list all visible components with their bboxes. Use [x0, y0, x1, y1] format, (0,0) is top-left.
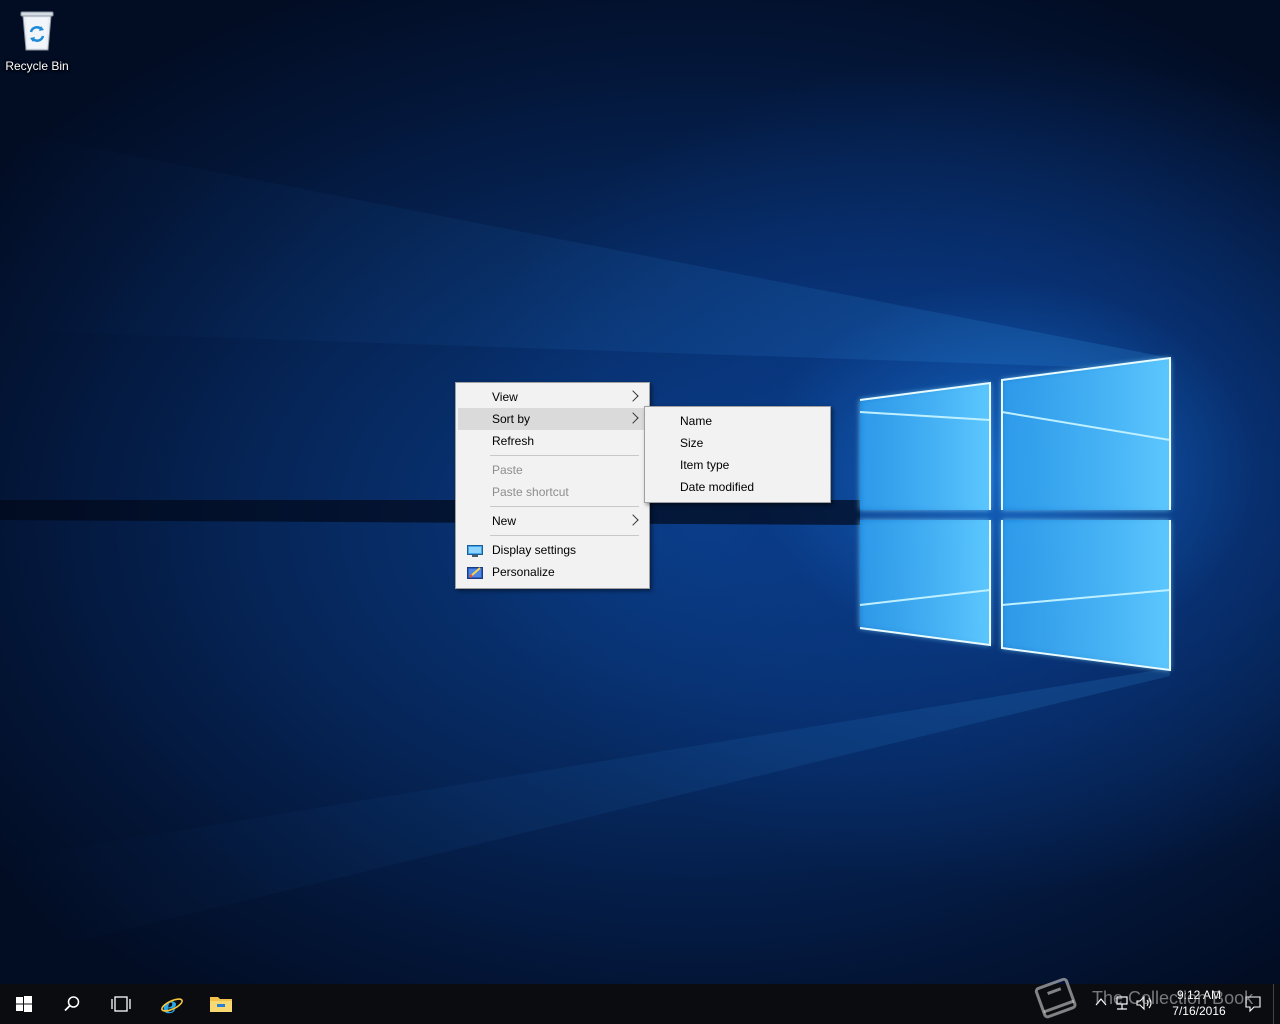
menu-item-label: Personalize — [492, 565, 555, 579]
menu-separator — [490, 535, 639, 536]
menu-item-label: Paste — [492, 463, 523, 477]
task-view-icon — [111, 996, 131, 1012]
personalize-icon — [467, 565, 483, 579]
menu-item-paste-shortcut[interactable]: Paste shortcut — [458, 481, 647, 503]
menu-item-label: Date modified — [680, 480, 755, 494]
menu-item-label: Refresh — [492, 434, 535, 448]
menu-item-view[interactable]: View — [458, 386, 647, 408]
menu-item-label: Paste shortcut — [492, 485, 569, 499]
sort-by-submenu: Name Size Item type Date modified — [644, 406, 831, 503]
recycle-bin-icon — [17, 6, 57, 52]
internet-explorer-taskbar-button[interactable]: e — [146, 984, 194, 1024]
chevron-right-icon — [627, 390, 639, 402]
menu-item-new[interactable]: New — [458, 510, 647, 532]
menu-item-label: Sort by — [492, 412, 531, 426]
desktop-context-menu: View Sort by Refresh Paste Paste shortcu… — [455, 382, 650, 589]
search-icon — [64, 996, 80, 1012]
menu-separator — [490, 506, 639, 507]
sort-option-size[interactable]: Size — [647, 432, 828, 454]
book-icon — [1034, 977, 1077, 1019]
taskbar: e 9:12 AM 7/16/2016 — [0, 984, 1280, 1024]
recycle-bin-desktop-icon[interactable]: Recycle Bin — [4, 6, 70, 76]
display-settings-icon — [467, 543, 483, 557]
menu-item-refresh[interactable]: Refresh — [458, 430, 647, 452]
chevron-right-icon — [627, 412, 639, 424]
task-view-button[interactable] — [96, 984, 144, 1024]
recycle-bin-label: Recycle Bin — [5, 59, 69, 73]
start-icon — [16, 996, 32, 1012]
internet-explorer-icon: e — [161, 994, 183, 1016]
menu-item-display-settings[interactable]: Display settings — [458, 539, 647, 561]
search-button[interactable] — [48, 984, 96, 1024]
watermark-text: The Collection Book — [1092, 988, 1254, 1008]
sort-option-date-modified[interactable]: Date modified — [647, 476, 828, 498]
menu-item-sort-by[interactable]: Sort by — [458, 408, 647, 430]
menu-item-label: View — [492, 390, 518, 404]
menu-item-personalize[interactable]: Personalize — [458, 561, 647, 583]
file-explorer-taskbar-button[interactable] — [195, 984, 243, 1024]
start-button[interactable] — [0, 984, 48, 1024]
menu-item-paste[interactable]: Paste — [458, 459, 647, 481]
menu-item-label: Item type — [680, 458, 730, 472]
menu-item-label: Name — [680, 414, 713, 428]
menu-item-label: Size — [680, 436, 704, 450]
chevron-right-icon — [627, 514, 639, 526]
sort-option-item-type[interactable]: Item type — [647, 454, 828, 476]
menu-item-label: Display settings — [492, 543, 577, 557]
menu-separator — [490, 455, 639, 456]
sort-option-name[interactable]: Name — [647, 410, 828, 432]
menu-item-label: New — [492, 514, 517, 528]
file-explorer-icon — [210, 997, 232, 1012]
show-desktop-button[interactable] — [1273, 984, 1280, 1024]
